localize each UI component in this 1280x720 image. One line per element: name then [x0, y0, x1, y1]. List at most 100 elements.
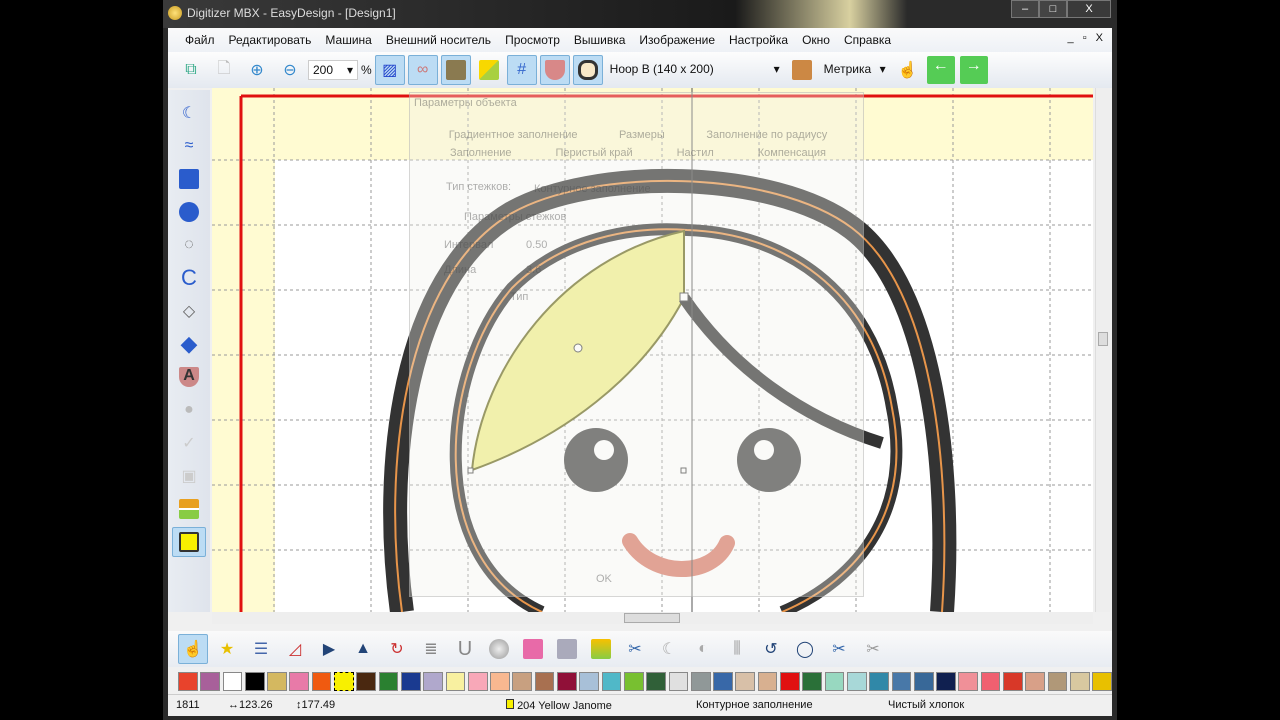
horizontal-scrollbar[interactable] — [212, 612, 1093, 624]
thread-color-swatch[interactable] — [378, 671, 399, 691]
magic-select-icon[interactable]: ★ — [212, 634, 242, 664]
menu-item-5[interactable]: Вышивка — [567, 33, 633, 47]
new-file-icon[interactable]: 🗋 — [209, 55, 239, 85]
thread-color-swatch[interactable] — [557, 671, 577, 691]
thread-color-swatch[interactable] — [1047, 671, 1068, 691]
thread-color-swatch[interactable] — [222, 671, 243, 691]
cut-shape-icon[interactable]: ✂ — [620, 634, 650, 664]
zoom-out-icon[interactable]: ⊖ — [275, 55, 305, 85]
thread-color-swatch[interactable] — [178, 671, 198, 691]
applique-icon[interactable]: ● — [172, 395, 206, 425]
thread-color-swatch[interactable] — [646, 671, 666, 691]
color-sort-icon[interactable] — [172, 494, 206, 524]
thread-color-swatch[interactable] — [490, 671, 510, 691]
crescent-tool-icon[interactable]: ☾ — [654, 634, 684, 664]
zoom-select[interactable]: 200 ▾ — [308, 60, 358, 80]
thread-color-swatch[interactable] — [1092, 671, 1112, 691]
outline-circle-icon[interactable]: ◌ — [172, 230, 206, 260]
realistic-view-icon[interactable]: ∞ — [407, 55, 438, 85]
star-fill-icon[interactable] — [518, 634, 548, 664]
thread-color-swatch[interactable] — [780, 671, 800, 691]
rotate-icon[interactable]: ↻ — [382, 634, 412, 664]
menu-item-9[interactable]: Справка — [837, 33, 898, 47]
thread-color-swatch[interactable] — [356, 671, 377, 691]
thread-color-swatch[interactable] — [668, 671, 689, 691]
thread-color-swatch[interactable] — [824, 671, 845, 691]
thread-color-swatch[interactable] — [400, 671, 421, 691]
outline-diamond-icon[interactable]: ◇ — [172, 296, 206, 326]
thread-color-swatch[interactable] — [534, 671, 555, 691]
running-crescent-icon[interactable]: ☾ — [172, 98, 206, 128]
fabric-preview-icon[interactable] — [787, 55, 817, 85]
thread-color-swatch[interactable] — [802, 671, 823, 691]
thread-color-swatch[interactable] — [846, 671, 867, 691]
thread-color-swatch[interactable] — [601, 671, 622, 691]
length-input[interactable]: 3.6 — [526, 264, 541, 276]
menu-item-2[interactable]: Машина — [318, 33, 378, 47]
object-list-icon[interactable]: ☰ — [246, 634, 276, 664]
dialog-tab[interactable]: Компенсация — [758, 147, 826, 159]
thread-color-swatch[interactable] — [289, 671, 310, 691]
fabric-icon[interactable] — [539, 55, 570, 85]
thread-color-swatch[interactable] — [980, 671, 1001, 691]
thread-color-swatch[interactable] — [891, 671, 912, 691]
u-shape-icon[interactable]: U — [450, 634, 480, 664]
wave-fill-icon[interactable] — [552, 634, 582, 664]
thread-color-swatch[interactable] — [467, 671, 488, 691]
menu-item-7[interactable]: Настройка — [722, 33, 795, 47]
fringe-icon[interactable]: ⫼ — [722, 634, 752, 664]
hoop-icon[interactable] — [572, 55, 603, 85]
thread-color-swatch[interactable] — [200, 671, 220, 691]
menu-item-1[interactable]: Редактировать — [222, 33, 319, 47]
thread-color-swatch[interactable] — [735, 671, 756, 691]
hand-pointer-icon[interactable]: ☝ — [893, 55, 923, 85]
menu-item-3[interactable]: Внешний носитель — [379, 33, 498, 47]
dialog-tab[interactable]: Настил — [677, 147, 714, 159]
circle-arrow-icon[interactable]: ◯ — [790, 634, 820, 664]
blob-tool-icon[interactable]: ◐ — [688, 634, 718, 664]
menu-item-4[interactable]: Просмотр — [498, 33, 567, 47]
fill-circle-icon[interactable] — [172, 197, 206, 227]
thread-color-swatch[interactable] — [1025, 671, 1045, 691]
thread-color-swatch[interactable] — [958, 671, 979, 691]
design-canvas[interactable]: Параметры объекта Градиентное заполнение… — [212, 88, 1093, 612]
scissors-icon[interactable]: ✂ — [824, 634, 854, 664]
grid-icon[interactable]: # — [506, 55, 537, 85]
forward-arrow-icon[interactable]: → — [959, 55, 989, 85]
thread-color-swatch[interactable] — [757, 671, 778, 691]
objects-color-icon[interactable] — [474, 55, 504, 85]
satin-line-icon[interactable]: ≈ — [172, 131, 206, 161]
minimize-button[interactable]: – — [1011, 0, 1039, 18]
thread-color-swatch[interactable] — [690, 671, 711, 691]
magic-wand-icon[interactable]: ✓ — [172, 428, 206, 458]
rotate-ccw-icon[interactable]: ↺ — [756, 634, 786, 664]
units-select[interactable]: Метрика ▾ — [820, 60, 890, 80]
vertical-scrollbar[interactable] — [1095, 88, 1110, 612]
thread-color-swatch[interactable] — [869, 671, 889, 691]
thread-color-swatch[interactable] — [267, 671, 287, 691]
select-hand-icon[interactable]: ☝ — [178, 634, 208, 664]
fill-square-icon[interactable] — [172, 164, 206, 194]
thread-color-swatch[interactable] — [936, 671, 956, 691]
dialog-tab[interactable]: Заполнение по радиусу — [706, 129, 827, 141]
knife-icon[interactable]: ✂ — [858, 634, 888, 664]
close-button[interactable]: X — [1067, 0, 1111, 18]
show-stitches-icon[interactable]: ▨ — [374, 55, 405, 85]
thread-color-swatch[interactable] — [579, 671, 600, 691]
menu-item-8[interactable]: Окно — [795, 33, 837, 47]
mirror-horizontal-icon[interactable]: ▶ — [314, 634, 344, 664]
back-arrow-icon[interactable]: ← — [926, 55, 956, 85]
mirror-vertical-icon[interactable]: ▲ — [348, 634, 378, 664]
thread-color-swatch[interactable] — [913, 671, 934, 691]
thread-spool-icon[interactable] — [172, 527, 206, 557]
photo-stitch-icon[interactable]: ▣ — [172, 461, 206, 491]
menu-item-0[interactable]: Файл — [178, 33, 222, 47]
fill-diamond-icon[interactable]: ◆ — [172, 329, 206, 359]
shape-fill-icon[interactable] — [586, 634, 616, 664]
sphere-icon[interactable] — [484, 634, 514, 664]
thread-color-swatch[interactable] — [311, 671, 332, 691]
dialog-tab[interactable]: Перистый край — [556, 147, 633, 159]
design-wizard-icon[interactable]: ⧉ — [176, 55, 206, 85]
thread-color-swatch[interactable] — [423, 671, 443, 691]
maximize-button[interactable]: □ — [1039, 0, 1067, 18]
